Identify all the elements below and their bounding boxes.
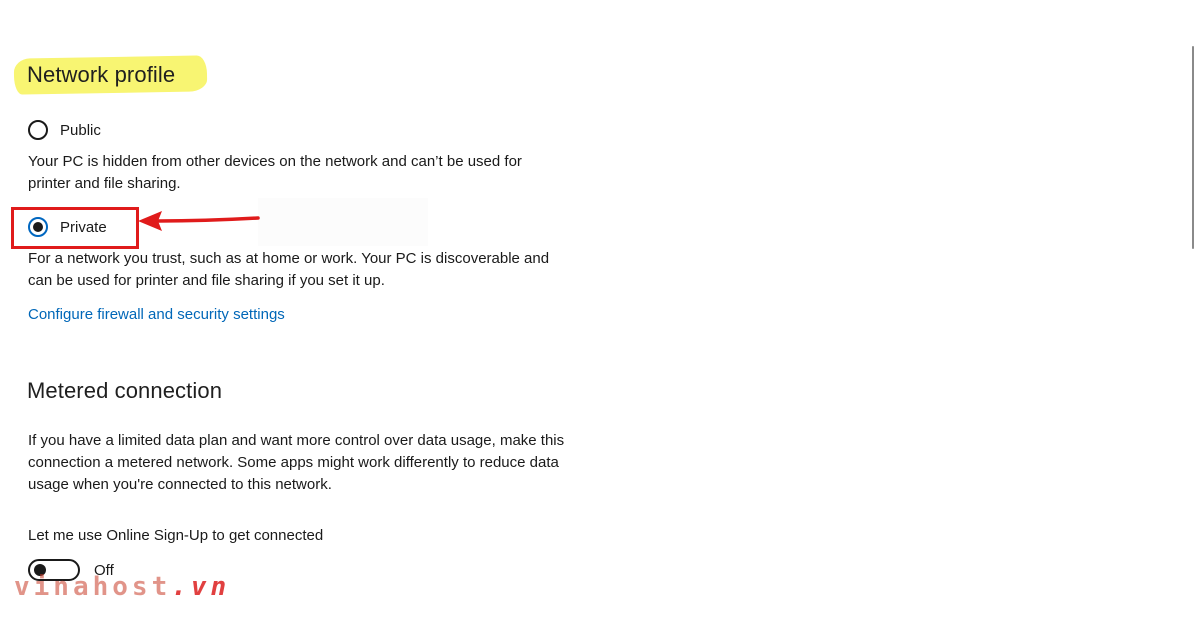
configure-firewall-link[interactable]: Configure firewall and security settings: [28, 306, 285, 323]
public-description: Your PC is hidden from other devices on …: [28, 153, 522, 192]
smudge: [258, 198, 428, 246]
radio-public-label: Public: [60, 121, 101, 139]
watermark-text: vinahost: [14, 572, 172, 602]
watermark-suffix: .vn: [171, 572, 231, 602]
annotation-highlight-box: [11, 207, 139, 249]
arrow-left-icon: [138, 211, 260, 231]
private-description: For a network you trust, such as at home…: [28, 250, 550, 289]
radio-public-circle[interactable]: [28, 120, 48, 140]
network-profile-heading: Network profile: [27, 62, 176, 87]
metered-description: If you have a limited data plan and want…: [28, 432, 565, 493]
vertical-scrollbar[interactable]: [1192, 46, 1194, 249]
radio-public[interactable]: Public: [28, 120, 101, 140]
metered-connection-heading: Metered connection: [27, 378, 223, 403]
online-signup-label: Let me use Online Sign-Up to get connect…: [28, 527, 324, 544]
watermark-logo: vinahost.vn: [14, 572, 230, 602]
